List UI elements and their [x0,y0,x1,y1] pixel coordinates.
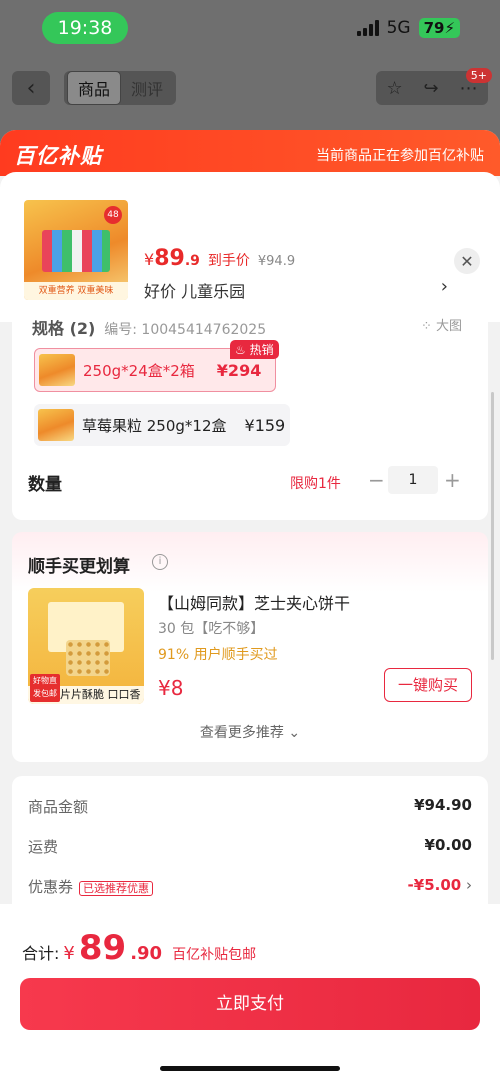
one-click-buy-button[interactable]: 一键购买 [384,668,472,702]
summary-row-coupon[interactable]: 优惠券 已选推荐优惠 -¥5.00 › [28,876,472,897]
recommend-subtitle: 30 包【吃不够】 [158,621,265,637]
option-label: 草莓果粒 250g*12盒 [82,416,227,435]
recommend-card: 顺手买更划算 i 片片酥脆 口口香浓 好物直发包邮 【山姆同款】芝士夹心饼干 3… [12,532,488,762]
network-label: 5G [386,18,411,38]
option-label: 250g*24盒*2箱 [83,361,195,380]
big-image-toggle[interactable]: ⁘ 大图 [421,315,462,334]
image-badge: 好物直发包邮 [30,674,60,702]
milk-box-graphic [42,230,110,272]
grid-icon: ⁘ [420,319,436,334]
purchase-limit: 限购1件 [290,476,341,492]
pay-now-button[interactable]: 立即支付 [20,978,480,1030]
spec-header: 规格 (2) 编号: 10045414762025 [32,319,267,338]
share-icon[interactable]: ↪ [424,78,439,99]
coupon-tag: 已选推荐优惠 [79,881,154,896]
quantity-increase-button[interactable]: + [444,468,461,492]
signal-icon [356,20,379,36]
subsidy-logo: 百亿补贴 [14,144,102,168]
spec-option-2[interactable]: 草莓果粒 250g*12盒 ¥159 [34,404,290,446]
tab-product[interactable]: 商品 [67,71,122,105]
summary-row-goods: 商品金额 ¥94.90 [28,796,472,816]
status-time: 19:38 [42,12,128,44]
product-tabs: 商品 测评 [64,71,177,105]
total-price: 合计: ¥ 89 .90 百亿补贴包邮 [22,928,257,968]
more-recommend-link[interactable]: 查看更多推荐 ⌄ [12,722,488,742]
status-indicators: 5G 79⚡ [356,18,460,38]
chevron-right-icon[interactable]: › [441,276,448,297]
recommend-name[interactable]: 【山姆同款】芝士夹心饼干 [158,590,350,614]
checkout-footer: 合计: ¥ 89 .90 百亿补贴包邮 立即支付 [0,904,500,1082]
thumb-strip: 双重营养 双重美味 [24,282,128,300]
battery-icon: 79⚡ [418,18,460,38]
scrollbar[interactable] [491,392,494,660]
chevron-right-icon: › [466,876,472,894]
star-icon[interactable]: ☆ [386,78,402,99]
total-tag: 百亿补贴包邮 [172,947,257,963]
option-thumbnail [39,354,75,386]
price-row: ¥89.9 到手价 ¥94.9 [144,246,295,271]
back-button[interactable]: ‹ [12,71,50,105]
recommend-stat: 91% 用户顺手买过 [158,647,278,663]
original-price: ¥94.9 [257,254,296,269]
close-icon: ✕ [460,251,474,271]
chevron-left-icon: ‹ [26,75,36,101]
final-price-label: 到手价 [207,253,250,269]
checkout-sheet: 百亿补贴 当前商品正在参加百亿补贴 48 双重营养 双重美味 ¥89.9 到手价… [0,130,500,1082]
quantity-decrease-button[interactable]: − [368,468,385,492]
option-price: ¥294 [216,360,262,380]
home-indicator[interactable] [160,1066,340,1071]
recommend-title: 顺手买更划算 [28,557,130,577]
spec-card: 规格 (2) 编号: 10045414762025 ⁘ 大图 250g*24盒*… [12,310,488,520]
subsidy-notice: 当前商品正在参加百亿补贴 [316,148,484,164]
message-badge: 5+ [465,68,492,83]
product-subtitle[interactable]: 好价 儿童乐园 [144,278,245,302]
order-summary: 商品金额 ¥94.90 运费 ¥0.00 优惠券 已选推荐优惠 -¥5.00 › [12,776,488,916]
recommend-image[interactable]: 片片酥脆 口口香浓 好物直发包邮 [28,588,144,704]
recommend-price: ¥8 [158,676,184,700]
summary-row-shipping: 运费 ¥0.00 [28,836,472,856]
subsidy-banner: 百亿补贴 当前商品正在参加百亿补贴 [0,130,500,176]
info-icon[interactable]: i [152,554,168,570]
fire-icon: ♨ [235,343,250,357]
quantity-field[interactable]: 1 [388,466,438,494]
chevron-down-icon: ⌄ [288,725,301,741]
biscuit-graphic [66,640,110,676]
thumb-badge: 48 [104,206,122,224]
close-button[interactable]: ✕ [454,248,480,274]
tab-review[interactable]: 测评 [121,72,173,104]
final-price: ¥89.9 [144,246,200,271]
quantity-label: 数量 [28,475,62,495]
option-thumbnail [38,409,74,441]
hot-badge: ♨ 热销 [230,340,279,359]
product-summary: 48 双重营养 双重美味 ¥89.9 到手价 ¥94.9 好价 儿童乐园 › ✕ [0,172,500,322]
option-price: ¥159 [244,415,286,435]
product-thumbnail[interactable]: 48 双重营养 双重美味 [24,200,128,300]
